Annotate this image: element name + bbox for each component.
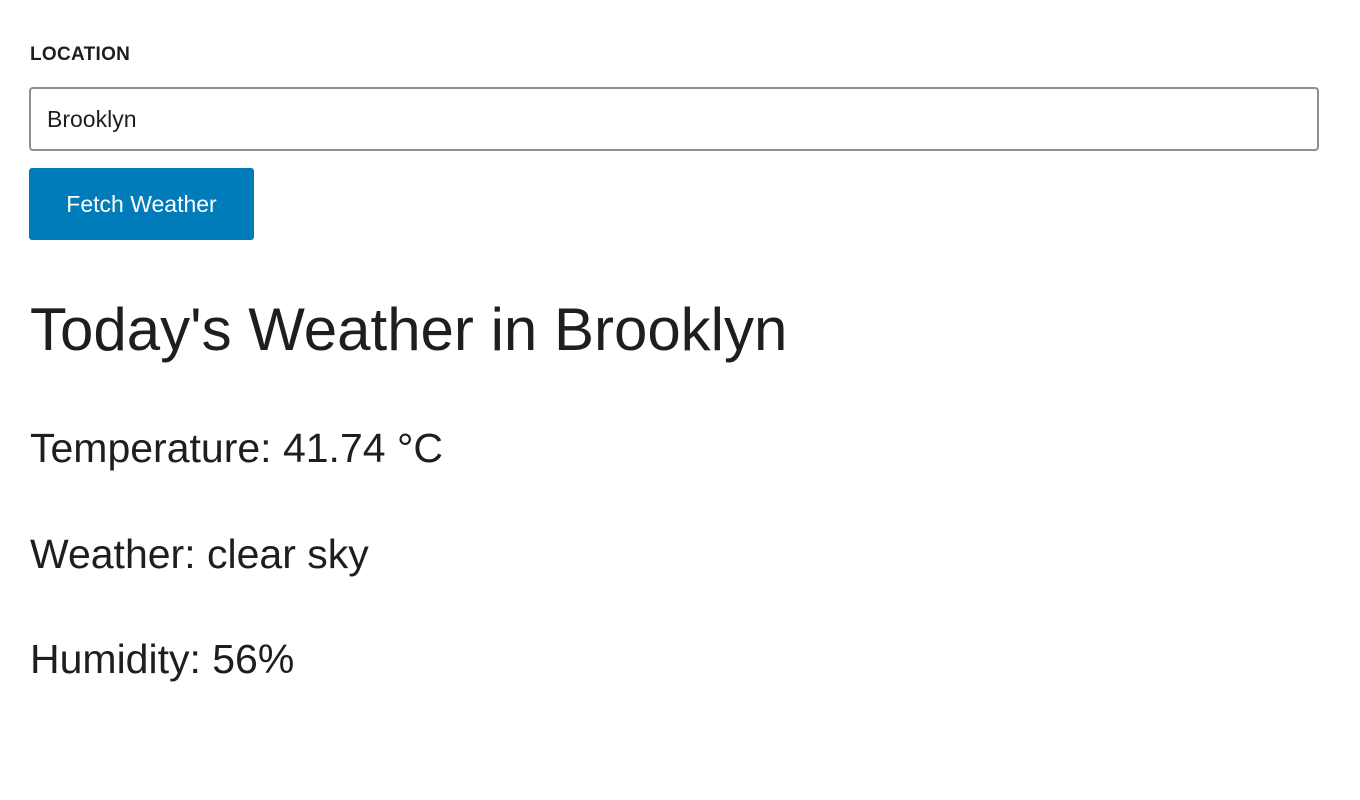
weather-condition-text: Weather: clear sky: [30, 531, 369, 577]
location-label: LOCATION: [30, 44, 131, 65]
weather-page: LOCATION Fetch Weather Today's Weather i…: [0, 0, 1360, 800]
temperature-text: Temperature: 41.74 °C: [30, 425, 443, 471]
location-input[interactable]: [29, 87, 1319, 151]
fetch-weather-button[interactable]: Fetch Weather: [29, 168, 254, 240]
weather-results-title: Today's Weather in Brooklyn: [30, 296, 788, 363]
humidity-text: Humidity: 56%: [30, 636, 295, 682]
